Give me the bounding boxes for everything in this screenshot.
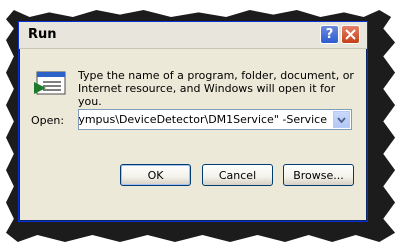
open-label: Open: xyxy=(31,114,65,127)
window-title: Run xyxy=(28,27,57,42)
dropdown-button[interactable] xyxy=(333,111,350,128)
close-button[interactable] xyxy=(341,25,360,44)
ok-button[interactable]: OK xyxy=(120,164,191,186)
cancel-button[interactable]: Cancel xyxy=(202,164,273,186)
run-program-icon xyxy=(34,71,66,95)
run-dialog: Run ? Type the name of a program, folder… xyxy=(18,21,368,222)
help-icon: ? xyxy=(325,27,334,42)
open-combobox[interactable]: iles\Olympus\DeviceDetector\DM1Service" … xyxy=(78,109,352,130)
browse-button[interactable]: Browse... xyxy=(283,164,354,186)
chevron-down-icon xyxy=(337,116,346,123)
run-description: Type the name of a program, folder, docu… xyxy=(78,69,354,108)
close-icon xyxy=(345,29,356,40)
title-bar[interactable]: Run ? xyxy=(19,22,367,49)
help-button[interactable]: ? xyxy=(320,25,339,44)
open-input-value[interactable]: iles\Olympus\DeviceDetector\DM1Service" … xyxy=(79,113,327,126)
